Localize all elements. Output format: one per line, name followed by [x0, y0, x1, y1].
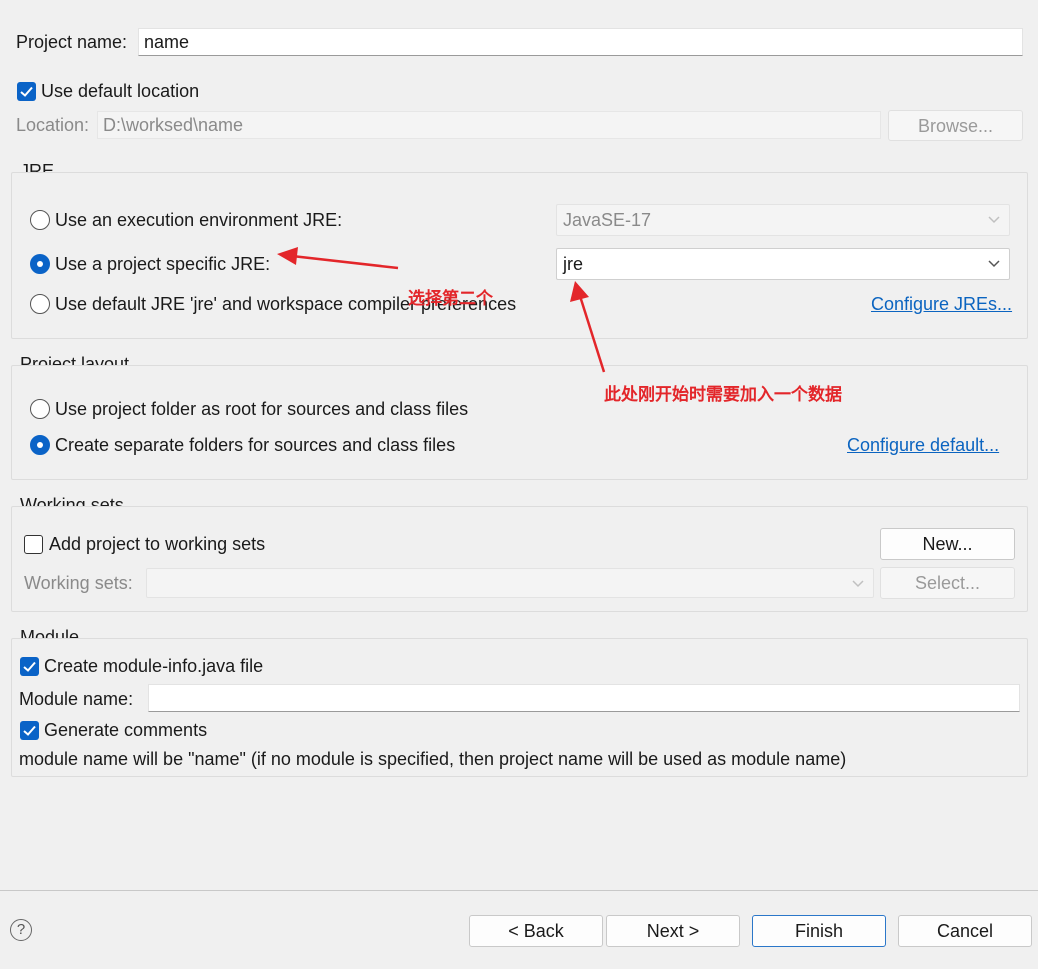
arrow-to-jre-option — [277, 247, 399, 270]
annotation-add-data-note: 此处刚开始时需要加入一个数据 — [604, 385, 842, 405]
annotation-select-second: 选择第二个 — [408, 289, 493, 309]
annotation-arrows — [277, 247, 606, 373]
arrow-to-jre-combo — [570, 281, 606, 373]
